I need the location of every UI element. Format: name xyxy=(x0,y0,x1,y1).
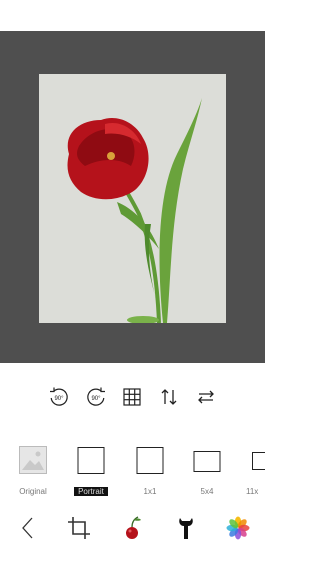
adjust-button[interactable] xyxy=(170,512,202,544)
rotate-right-label: 90° xyxy=(91,396,101,402)
flip-vertical-icon xyxy=(161,389,177,405)
ratio-label: 11x xyxy=(246,487,259,496)
filter-button[interactable] xyxy=(116,512,148,544)
aspect-ratio-list: Original Portrait 1x1 5x4 11x xyxy=(0,444,265,500)
back-icon xyxy=(22,517,33,539)
ratio-label: 5x4 xyxy=(200,487,214,496)
photos-icon xyxy=(226,516,250,540)
ratio-frame-icon xyxy=(193,451,221,472)
crop-icon xyxy=(68,517,90,539)
bottom-nav xyxy=(0,512,265,552)
ratio-label: 1x1 xyxy=(143,487,157,496)
ratio-label-selected: Portrait xyxy=(74,487,108,496)
rotate-left-90-icon: 90° xyxy=(50,387,68,406)
top-bar xyxy=(0,0,265,31)
cherry-icon xyxy=(126,516,141,539)
ratio-frame-icon xyxy=(77,447,105,474)
image-icon xyxy=(19,446,47,474)
grid-icon xyxy=(123,388,141,406)
crop-button[interactable] xyxy=(63,512,95,544)
rotate-left-button[interactable]: 90° xyxy=(45,383,73,411)
ratio-11x[interactable]: 11x xyxy=(240,444,265,500)
photos-button[interactable] xyxy=(222,512,254,544)
ratio-label: Original xyxy=(19,487,47,496)
tulip-image xyxy=(39,74,226,323)
rotate-right-button[interactable]: 90° xyxy=(82,383,110,411)
back-button[interactable] xyxy=(12,512,44,544)
ratio-portrait[interactable]: Portrait xyxy=(66,444,116,500)
flip-horizontal-icon xyxy=(198,390,214,404)
ratio-frame-icon xyxy=(252,452,265,470)
photo-preview[interactable] xyxy=(39,74,226,323)
ratio-original[interactable]: Original xyxy=(8,444,58,500)
editor-canvas xyxy=(0,31,265,363)
ratio-frame-icon xyxy=(136,447,164,474)
flip-horizontal-button[interactable] xyxy=(192,383,220,411)
ratio-5x4[interactable]: 5x4 xyxy=(182,444,232,500)
ratio-1x1[interactable]: 1x1 xyxy=(125,444,175,500)
flip-vertical-button[interactable] xyxy=(155,383,183,411)
edit-toolbar: 90° 90° xyxy=(0,383,265,415)
rotate-left-label: 90° xyxy=(54,396,64,402)
rotate-right-90-icon: 90° xyxy=(87,387,105,406)
grid-button[interactable] xyxy=(118,383,146,411)
wrench-icon xyxy=(179,518,193,539)
